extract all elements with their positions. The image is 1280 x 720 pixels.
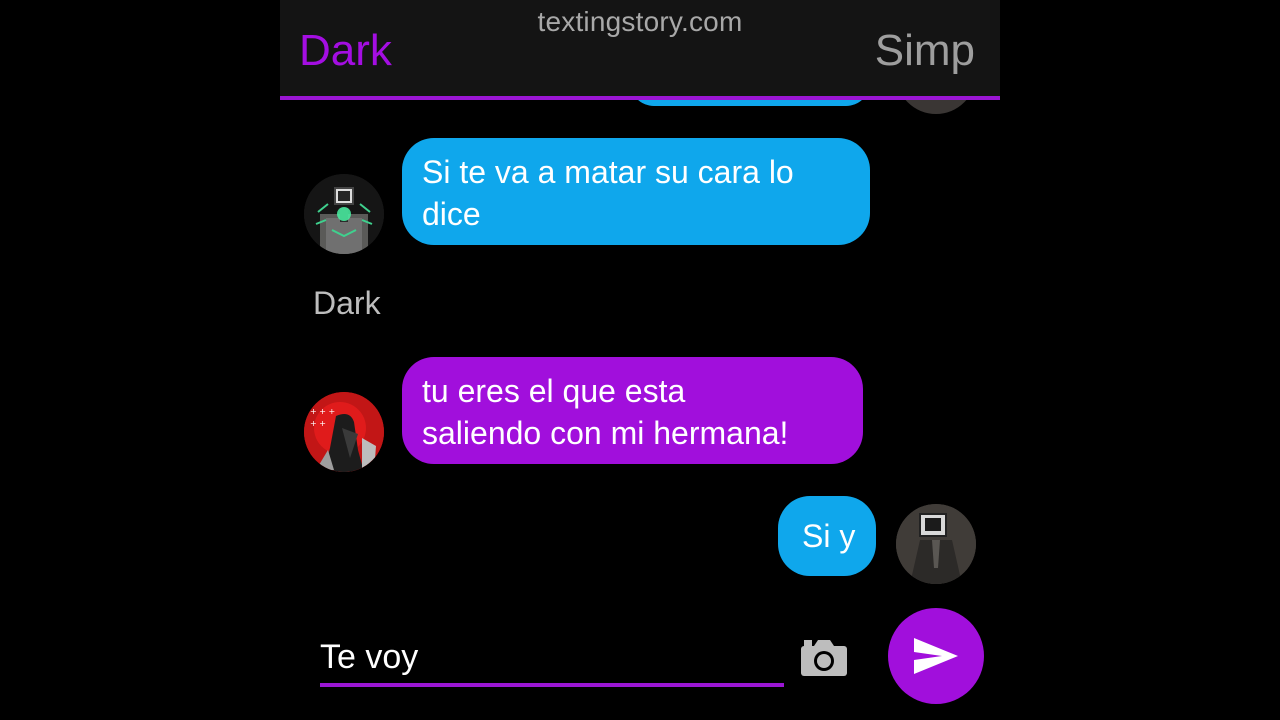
contact-name-left[interactable]: Dark bbox=[299, 26, 392, 76]
message-bubble[interactable]: tu eres el que esta saliendo con mi herm… bbox=[402, 357, 863, 464]
message-bubble[interactable]: Si te va a matar su cara lo dice bbox=[402, 138, 870, 245]
tv-head-character-avatar-image bbox=[896, 504, 976, 584]
chat-header: textingstory.com Dark Simp bbox=[280, 0, 1000, 100]
message-line: dice bbox=[422, 196, 481, 232]
chat-screen: textingstory.com Dark Simp Si te va a ma… bbox=[280, 0, 1000, 720]
message-text: Si y bbox=[802, 518, 856, 554]
send-button[interactable] bbox=[888, 608, 984, 704]
avatar[interactable] bbox=[304, 174, 384, 254]
sender-name: Dark bbox=[313, 285, 381, 321]
send-icon bbox=[914, 638, 958, 674]
message-line: Si te va a matar su cara lo bbox=[422, 154, 794, 190]
robot-character-avatar-image bbox=[304, 174, 384, 254]
message-line: saliendo con mi hermana! bbox=[422, 415, 789, 451]
avatar[interactable]: + + + + + bbox=[304, 392, 384, 472]
svg-text:+ +: + + bbox=[310, 419, 326, 428]
svg-text:+ + +: + + + bbox=[310, 407, 335, 416]
camera-icon[interactable] bbox=[800, 638, 848, 678]
avatar[interactable] bbox=[896, 504, 976, 584]
contact-name-right[interactable]: Simp bbox=[875, 26, 975, 76]
message-input[interactable]: Te voy bbox=[320, 638, 418, 677]
message-line: tu eres el que esta bbox=[422, 373, 686, 409]
message-bubble[interactable]: Si y bbox=[778, 496, 876, 576]
anime-character-avatar-image: + + + + + bbox=[304, 392, 384, 472]
input-underline bbox=[320, 683, 784, 687]
